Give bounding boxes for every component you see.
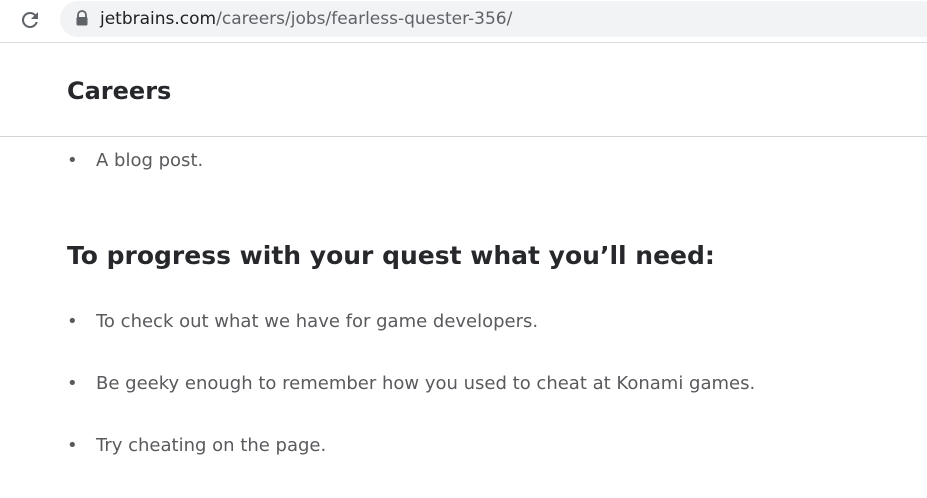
list-item-text: Be geeky enough to remember how you used… <box>96 373 756 394</box>
url-domain: jetbrains.com <box>100 9 217 29</box>
list-item: • To check out what we have for game deve… <box>67 309 538 335</box>
list-item-text: Try cheating on the page. <box>96 435 327 456</box>
bullet-icon: • <box>67 435 78 456</box>
page-title[interactable]: Careers <box>67 75 171 107</box>
site-header: Careers <box>0 43 927 137</box>
lock-icon[interactable] <box>76 10 88 26</box>
address-bar[interactable]: jetbrains.com/careers/jobs/fearless-ques… <box>60 1 927 37</box>
reload-icon[interactable] <box>18 8 42 32</box>
bullet-icon: • <box>67 150 78 171</box>
list-item-text: A blog post. <box>96 150 204 171</box>
url-path: /careers/jobs/fearless-quester-356/ <box>216 9 513 29</box>
list-item-text: To check out what we have for game devel… <box>96 311 539 332</box>
list-item: • Try cheating on the page. <box>67 433 326 459</box>
browser-toolbar: jetbrains.com/careers/jobs/fearless-ques… <box>0 0 927 43</box>
section-heading: To progress with your quest what you’ll … <box>67 241 715 270</box>
url-text[interactable]: jetbrains.com/careers/jobs/fearless-ques… <box>100 8 512 30</box>
list-item: • A blog post. <box>67 148 203 174</box>
bullet-icon: • <box>67 373 78 394</box>
bullet-icon: • <box>67 311 78 332</box>
list-item: • Be geeky enough to remember how you use… <box>67 371 755 397</box>
